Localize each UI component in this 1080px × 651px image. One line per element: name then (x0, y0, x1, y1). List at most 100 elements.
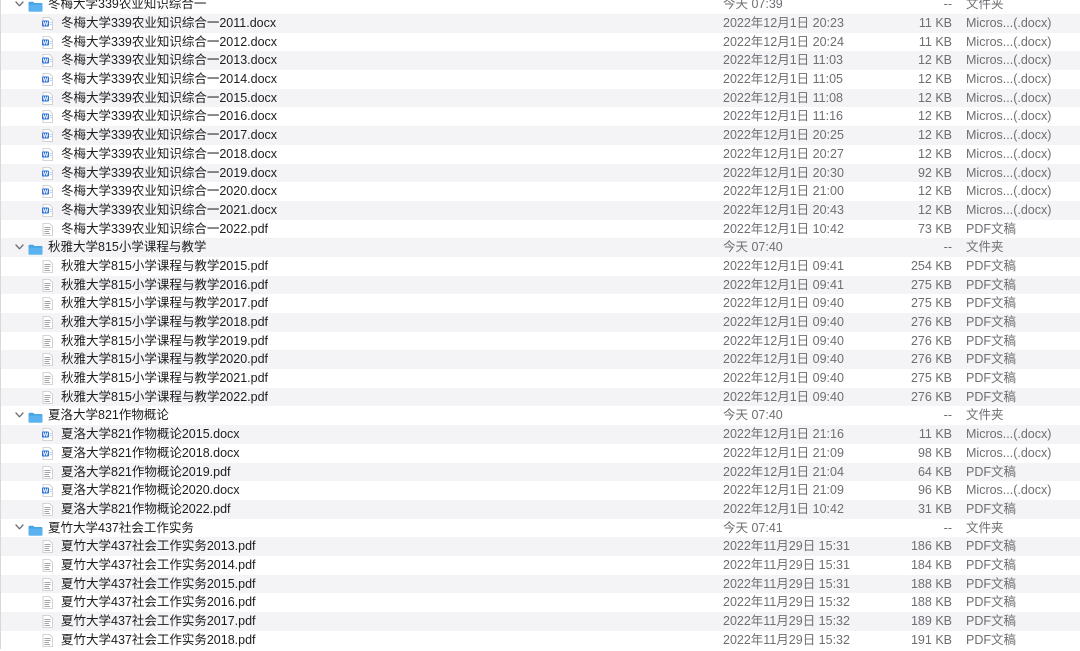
file-kind: Micros...(.docx) (966, 90, 1052, 105)
file-kind: Micros...(.docx) (966, 109, 1052, 124)
file-name: 夏洛大学821作物概论2019.pdf (61, 464, 231, 479)
file-kind: PDF文稿 (966, 501, 1017, 516)
file-row[interactable]: W 冬梅大学339农业知识综合一2012.docx 2022年12月1日 20:24… (0, 32, 1080, 52)
file-kind: PDF文稿 (966, 539, 1017, 554)
svg-text:W: W (43, 152, 49, 158)
pdf-file-icon (42, 577, 53, 591)
file-row[interactable]: 夏竹大学437社会工作实务2015.pdf 2022年11月29日 15:31 18… (0, 574, 1080, 594)
svg-text:W: W (43, 433, 49, 439)
file-kind: Micros...(.docx) (966, 53, 1052, 68)
docx-file-icon: W (42, 17, 53, 30)
file-row[interactable]: W 冬梅大学339农业知识综合一2019.docx 2022年12月1日 20:30… (0, 163, 1080, 183)
file-row[interactable]: 秋雅大学815小学课程与教学2018.pdf 2022年12月1日 09:40 27… (0, 313, 1080, 332)
docx-file-icon: W (42, 185, 53, 199)
docx-file-icon: W (42, 484, 53, 498)
file-kind: Micros...(.docx) (966, 184, 1052, 199)
file-row[interactable]: 秋雅大学815小学课程与教学2020.pdf 2022年12月1日 09:40 27… (0, 350, 1080, 370)
file-row[interactable]: 夏洛大学821作物概论2019.pdf 2022年12月1日 21:04 64 KB… (0, 462, 1080, 482)
file-size: 191 KB (910, 632, 952, 647)
file-size: 254 KB (910, 258, 952, 273)
file-kind: PDF文稿 (966, 557, 1017, 572)
date-modified: 2022年12月1日 09:41 (723, 258, 844, 273)
svg-text:W: W (43, 115, 49, 121)
file-row[interactable]: W 冬梅大学339农业知识综合一2021.docx 2022年12月1日 20:43… (0, 200, 1080, 220)
file-size: 11 KB (918, 34, 952, 49)
file-kind: Micros...(.docx) (966, 128, 1052, 143)
file-row[interactable]: W 夏洛大学821作物概论2018.docx 2022年12月1日 21:09 98 … (0, 443, 1080, 463)
svg-text:W: W (43, 489, 49, 495)
file-size: 12 KB (917, 109, 952, 124)
file-row[interactable]: 秋雅大学815小学课程与教学2021.pdf 2022年12月1日 09:40 27… (0, 369, 1080, 388)
chevron-down-icon[interactable] (13, 406, 25, 425)
file-row[interactable]: W 冬梅大学339农业知识综合一2014.docx 2022年12月1日 11:05… (0, 70, 1080, 89)
date-modified: 2022年12月1日 09:40 (723, 315, 844, 329)
file-row[interactable]: 冬梅大学339农业知识综合一2022.pdf 2022年12月1日 10:42 73… (0, 219, 1080, 239)
file-name: 秋雅大学815小学课程与教学2021.pdf (61, 371, 269, 386)
date-modified: 2022年12月1日 20:25 (723, 128, 844, 143)
file-kind: Micros...(.docx) (966, 16, 1052, 30)
file-row[interactable]: W 冬梅大学339农业知识综合一2016.docx 2022年12月1日 11:16… (0, 107, 1080, 127)
file-kind: PDF文稿 (966, 595, 1017, 610)
date-modified: 2022年12月1日 11:03 (723, 53, 843, 68)
file-size: 189 KB (910, 614, 952, 628)
file-size: 12 KB (917, 128, 952, 143)
chevron-down-icon[interactable] (13, 238, 25, 257)
docx-file-icon: W (42, 35, 53, 49)
file-row[interactable]: W 冬梅大学339农业知识综合一2015.docx 2022年12月1日 11:08… (0, 88, 1080, 108)
file-row[interactable]: W 夏洛大学821作物概论2020.docx 2022年12月1日 21:09 96 … (0, 481, 1080, 500)
file-row[interactable]: 秋雅大学815小学课程与教学2015.pdf 2022年12月1日 09:41 25… (0, 256, 1080, 276)
file-name: 夏竹大学437社会工作实务2018.pdf (61, 632, 256, 647)
date-modified: 2022年11月29日 15:32 (723, 614, 850, 628)
folder-row[interactable]: 夏竹大学437社会工作实务 今天 07:41 -- 文件夹 (0, 518, 1080, 538)
svg-text:W: W (43, 59, 49, 65)
file-row[interactable]: 夏竹大学437社会工作实务2018.pdf 2022年11月29日 15:32 19… (0, 630, 1080, 650)
file-size: -- (943, 240, 952, 255)
docx-file-icon: W (42, 73, 53, 86)
docx-file-icon: W (42, 147, 53, 161)
chevron-down-icon[interactable] (13, 0, 25, 14)
file-name: 冬梅大学339农业知识综合一2011.docx (61, 16, 277, 30)
pdf-file-icon (42, 633, 53, 647)
folder-name: 冬梅大学339农业知识综合一 (48, 0, 207, 11)
pdf-file-icon (42, 334, 53, 348)
file-row[interactable]: 夏竹大学437社会工作实务2014.pdf 2022年11月29日 15:31 18… (0, 555, 1080, 575)
file-name: 夏竹大学437社会工作实务2014.pdf (61, 557, 256, 572)
file-name: 秋雅大学815小学课程与教学2016.pdf (61, 277, 269, 292)
file-row[interactable]: W 冬梅大学339农业知识综合一2013.docx 2022年12月1日 11:03… (0, 51, 1080, 71)
folder-row[interactable]: 秋雅大学815小学课程与教学 今天 07:40 -- 文件夹 (0, 238, 1080, 257)
file-name: 冬梅大学339农业知识综合一2017.docx (61, 128, 278, 143)
file-row[interactable]: 秋雅大学815小学课程与教学2019.pdf 2022年12月1日 09:40 27… (0, 331, 1080, 351)
file-kind: Micros...(.docx) (966, 427, 1052, 442)
file-row[interactable]: 秋雅大学815小学课程与教学2022.pdf 2022年12月1日 09:40 27… (0, 387, 1080, 407)
file-row[interactable]: W 冬梅大学339农业知识综合一2017.docx 2022年12月1日 20:25… (0, 126, 1080, 145)
file-row[interactable]: W 夏洛大学821作物概论2015.docx 2022年12月1日 21:16 11 … (0, 425, 1080, 444)
file-kind: PDF文稿 (966, 576, 1017, 591)
file-size: 12 KB (917, 53, 952, 68)
file-size: 64 KB (917, 464, 952, 479)
file-name: 秋雅大学815小学课程与教学2022.pdf (61, 389, 269, 404)
date-modified: 2022年12月1日 20:27 (723, 146, 844, 161)
file-row[interactable]: 夏竹大学437社会工作实务2016.pdf 2022年11月29日 15:32 18… (0, 593, 1080, 612)
file-row[interactable]: 夏竹大学437社会工作实务2017.pdf 2022年11月29日 15:32 18… (0, 612, 1080, 631)
folder-row[interactable]: 冬梅大学339农业知识综合一 今天 07:39 -- 文件夹 (0, 0, 1080, 14)
file-name: 夏洛大学821作物概论2022.pdf (61, 501, 231, 516)
file-name: 冬梅大学339农业知识综合一2022.pdf (61, 221, 269, 236)
file-kind: Micros...(.docx) (966, 165, 1052, 180)
chevron-down-icon[interactable] (13, 519, 25, 538)
folder-row[interactable]: 夏洛大学821作物概论 今天 07:40 -- 文件夹 (0, 406, 1080, 426)
file-row[interactable]: W 冬梅大学339农业知识综合一2011.docx 2022年12月1日 20:23… (0, 14, 1080, 33)
finder-list-view[interactable]: 冬梅大学339农业知识综合一 今天 07:39 -- 文件夹 W 冬梅大学339农业知识综… (0, 0, 1080, 651)
file-row[interactable]: W 冬梅大学339农业知识综合一2020.docx 2022年12月1日 21:00… (0, 182, 1080, 201)
file-size: 276 KB (910, 333, 952, 348)
file-row[interactable]: W 冬梅大学339农业知识综合一2018.docx 2022年12月1日 20:27… (0, 144, 1080, 164)
file-row[interactable]: 夏洛大学821作物概论2022.pdf 2022年12月1日 10:42 31 KB… (0, 499, 1080, 519)
pdf-file-icon (42, 615, 53, 628)
file-row[interactable]: 夏竹大学437社会工作实务2013.pdf 2022年11月29日 15:31 18… (0, 537, 1080, 556)
file-row[interactable]: 秋雅大学815小学课程与教学2016.pdf 2022年12月1日 09:41 27… (0, 275, 1080, 295)
file-size: -- (943, 408, 952, 423)
file-kind: PDF文稿 (966, 389, 1017, 404)
date-modified: 今天 07:39 (723, 0, 783, 11)
date-modified: 2022年12月1日 11:08 (723, 90, 843, 105)
file-row[interactable]: 秋雅大学815小学课程与教学2017.pdf 2022年12月1日 09:40 27… (0, 294, 1080, 313)
date-modified: 2022年12月1日 21:04 (723, 464, 844, 479)
